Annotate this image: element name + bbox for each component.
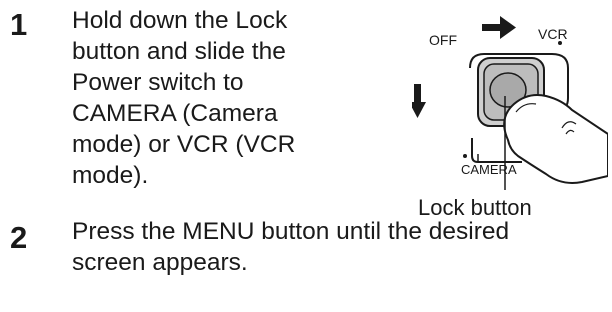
camera-label: CAMERA [461,162,517,177]
step-1-instructions: Hold down the Lock button and slide the … [72,5,295,191]
step-2-number: 2 [10,220,28,255]
step-2-line: Press the MENU button until the desired [72,218,510,245]
step-1-line: mode) or VCR (VCR [72,131,296,158]
camera-indicator-dot [463,154,467,158]
arrow-right-icon [482,16,516,39]
arrow-down-icon [412,84,426,118]
step-2-instructions: Press the MENU button until the desired … [72,216,509,278]
step-1-line: mode). [72,162,149,189]
thumb-icon [503,94,608,184]
step-1-line: Hold down the Lock [72,7,288,34]
step-2-line: screen appears. [72,249,248,276]
step-1-number: 1 [10,7,28,42]
step-1-line: Power switch to [72,69,244,96]
off-label: OFF [429,32,457,48]
vcr-indicator-dot [558,41,562,45]
power-switch-illustration: OFF VCR CAMERA [412,16,608,190]
step-1-line: CAMERA (Camera [72,100,278,127]
vcr-label: VCR [538,26,568,42]
step-1-line: button and slide the [72,38,286,65]
